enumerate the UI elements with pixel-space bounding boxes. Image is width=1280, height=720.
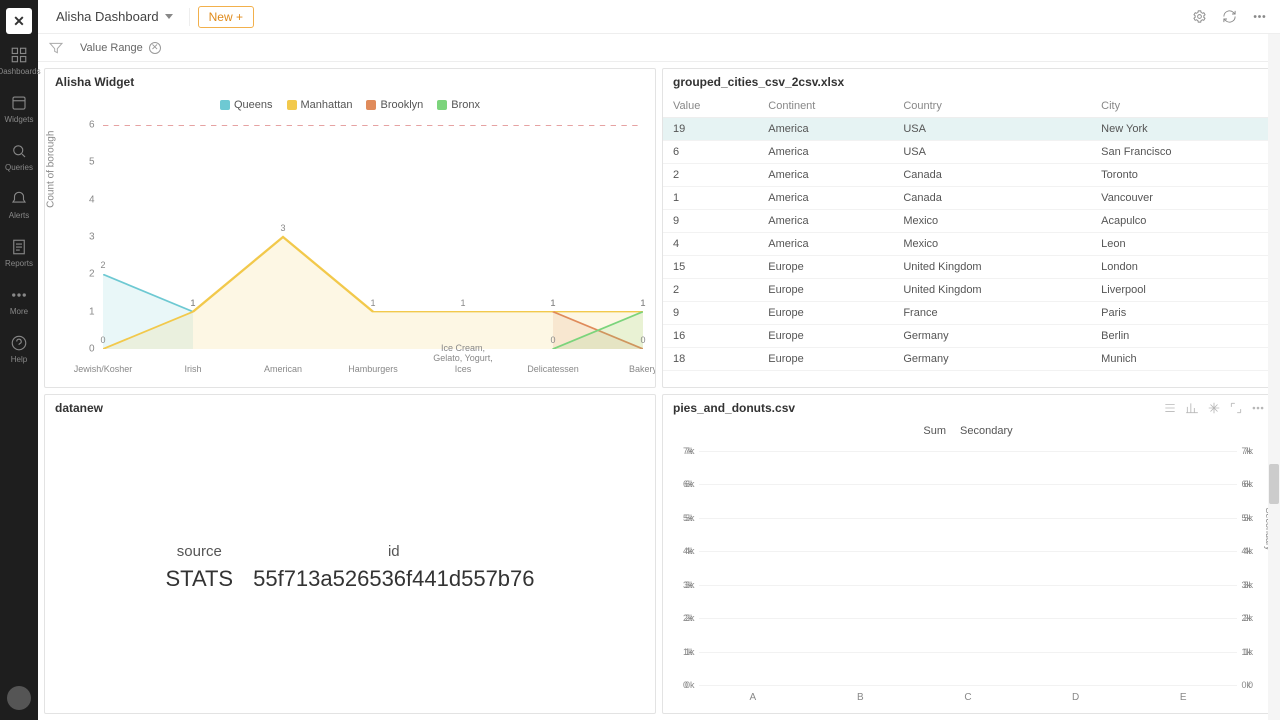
dashboard-title-dropdown[interactable]: Alisha Dashboard: [48, 6, 181, 27]
table-row[interactable]: 1AmericaCanadaVancouver: [663, 187, 1273, 210]
user-avatar[interactable]: [7, 686, 31, 710]
scrollbar[interactable]: [1268, 34, 1280, 720]
panel-title: Alisha Widget: [45, 69, 655, 95]
id-value: 55f713a526536f441d557b76: [253, 566, 534, 592]
source-value: STATS: [165, 566, 233, 592]
chart-legend: Sum Secondary: [663, 421, 1273, 441]
close-icon[interactable]: ✕: [149, 42, 161, 54]
table-row[interactable]: 18EuropeGermanyMunich: [663, 348, 1273, 371]
legend-item[interactable]: Manhattan: [287, 99, 353, 111]
settings-icon[interactable]: [1188, 6, 1210, 28]
bar-chart: [699, 451, 1237, 685]
data-table: ValueContinentCountryCity 19AmericaUSANe…: [663, 95, 1273, 371]
more-icon[interactable]: [1251, 401, 1267, 417]
nav-more[interactable]: More: [0, 280, 38, 322]
dashboard-title: Alisha Dashboard: [56, 9, 159, 24]
panel-alisha-widget: Alisha Widget Queens Manhattan Brooklyn Bro…: [44, 68, 656, 388]
table-row[interactable]: 2AmericaCanadaToronto: [663, 164, 1273, 187]
table-row[interactable]: 19AmericaUSANew York: [663, 118, 1273, 141]
table-header[interactable]: Value: [663, 95, 758, 118]
line-chart: 0123456Jewish/KosherIrishAmericanHamburg…: [103, 125, 643, 349]
panel-datanew: datanew source STATS id 55f713a526536f44…: [44, 394, 656, 714]
table-row[interactable]: 9EuropeFranceParis: [663, 302, 1273, 325]
filter-icon[interactable]: [48, 40, 64, 56]
legend-item[interactable]: Queens: [220, 99, 273, 111]
expand-icon[interactable]: [1229, 401, 1245, 417]
panel-pies-donuts: pies_and_donuts.csv SumSecondary 001k1k2…: [662, 394, 1274, 714]
legend-item[interactable]: Brooklyn: [366, 99, 423, 111]
nav-dashboards[interactable]: Dashboards: [0, 40, 38, 82]
legend-item[interactable]: Secondary: [960, 425, 1013, 437]
filter-chip-value-range[interactable]: Value Range ✕: [72, 40, 169, 56]
nav-reports[interactable]: Reports: [0, 232, 38, 274]
table-row[interactable]: 16EuropeGermanyBerlin: [663, 325, 1273, 348]
table-row[interactable]: 6AmericaUSASan Francisco: [663, 141, 1273, 164]
table-header[interactable]: Continent: [758, 95, 893, 118]
nav-queries[interactable]: Queries: [0, 136, 38, 178]
list-icon[interactable]: [1163, 401, 1179, 417]
new-button[interactable]: New +: [198, 6, 254, 28]
source-label: source: [165, 543, 233, 560]
nav-alerts[interactable]: Alerts: [0, 184, 38, 226]
scrollbar-thumb[interactable]: [1269, 464, 1279, 504]
panel-title: datanew: [45, 395, 655, 421]
panel-grouped-cities: grouped_cities_csv_2csv.xlsx ValueContin…: [662, 68, 1274, 388]
table-header[interactable]: Country: [893, 95, 1091, 118]
app-logo[interactable]: ✕: [6, 8, 32, 34]
chart-legend: Queens Manhattan Brooklyn Bronx: [45, 95, 655, 115]
more-icon[interactable]: [1248, 6, 1270, 28]
nav-widgets[interactable]: Widgets: [0, 88, 38, 130]
id-label: id: [253, 543, 534, 560]
table-row[interactable]: 2EuropeUnited KingdomLiverpool: [663, 279, 1273, 302]
filter-bar: Value Range ✕: [38, 34, 1280, 62]
table-row[interactable]: 4AmericaMexicoLeon: [663, 233, 1273, 256]
panel-title: grouped_cities_csv_2csv.xlsx: [663, 69, 1273, 95]
table-row[interactable]: 9AmericaMexicoAcapulco: [663, 210, 1273, 233]
legend-item[interactable]: Bronx: [437, 99, 480, 111]
y-axis-label: Count of borough: [46, 131, 57, 208]
legend-item[interactable]: Sum: [923, 425, 946, 437]
chevron-down-icon: [165, 14, 173, 19]
chart-icon[interactable]: [1185, 401, 1201, 417]
table-header[interactable]: City: [1091, 95, 1273, 118]
nav-help[interactable]: Help: [0, 328, 38, 370]
top-bar: Alisha Dashboard New +: [38, 0, 1280, 34]
sparkle-icon[interactable]: [1207, 401, 1223, 417]
table-row[interactable]: 15EuropeUnited KingdomLondon: [663, 256, 1273, 279]
refresh-icon[interactable]: [1218, 6, 1240, 28]
left-nav: ✕ Dashboards Widgets Queries Alerts Repo…: [0, 0, 38, 720]
